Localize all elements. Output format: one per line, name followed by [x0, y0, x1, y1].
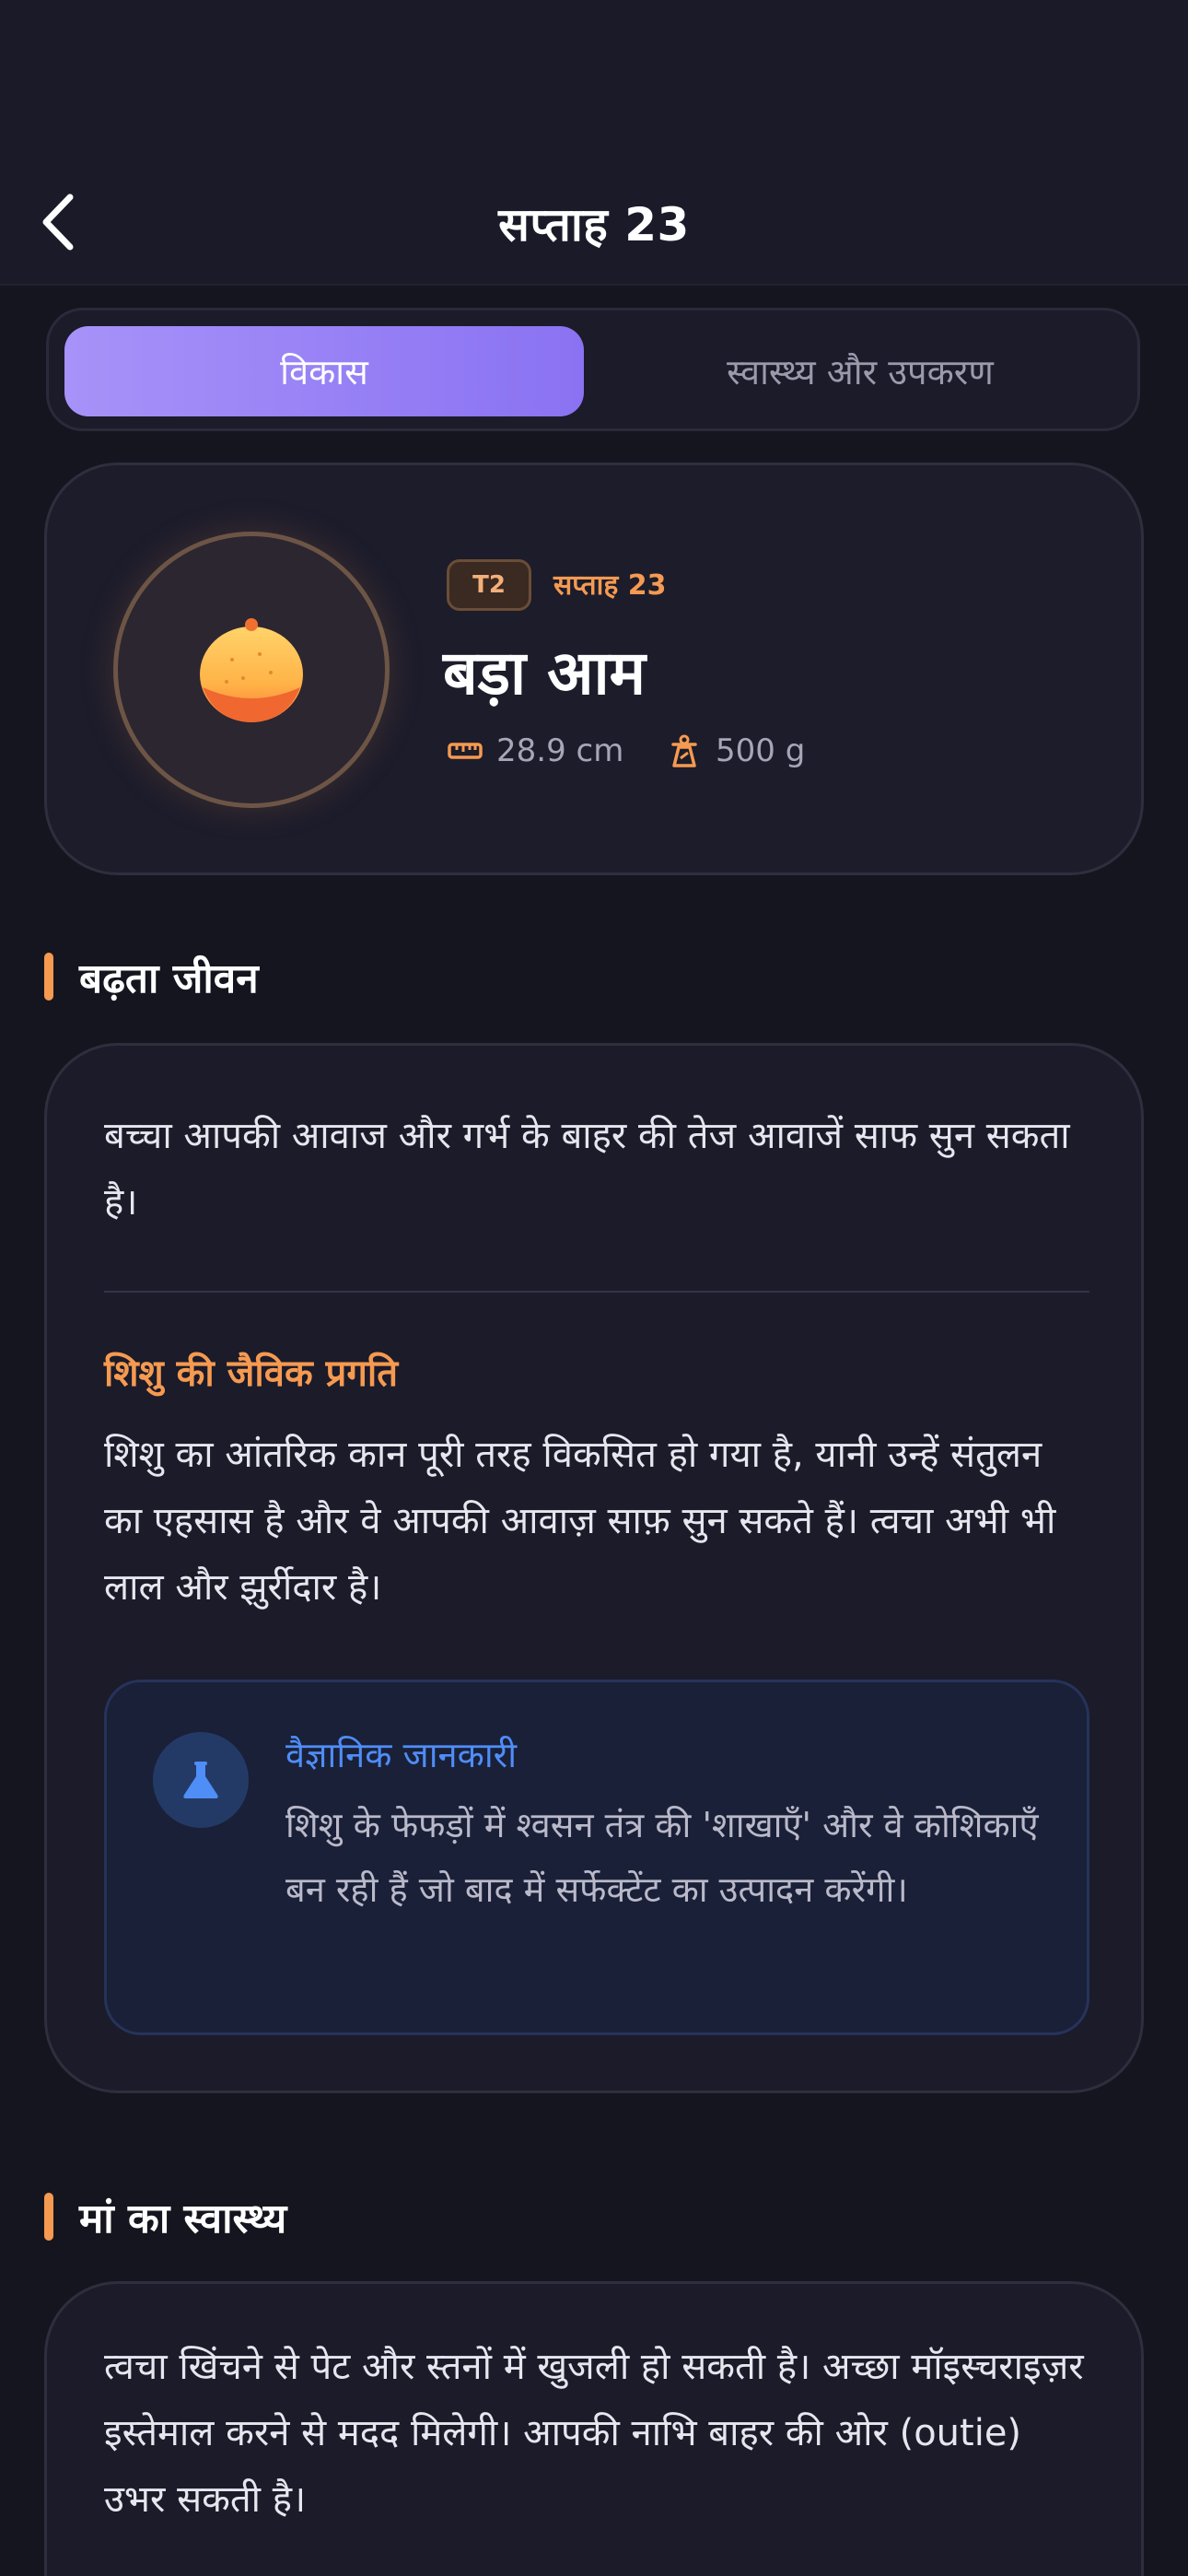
scale-icon [671, 734, 697, 767]
page-title: सप्ताह 23 [498, 198, 690, 252]
section-heading-growing-life: बढ़ता जीवन [44, 951, 259, 1002]
section-title: मां का स्वास्थ्य [79, 2195, 287, 2242]
science-icon-circle [153, 1732, 249, 1828]
section-accent-bar [44, 2193, 53, 2241]
divider [104, 1291, 1089, 1293]
science-text: शिशु के फेफड़ों में श्वसन तंत्र की 'शाखा… [285, 1805, 1039, 1910]
progress-heading: शिशु की जैविक प्रगति [104, 1352, 399, 1395]
fruit-name: बड़ा आम [443, 638, 646, 708]
length-metric: 28.9 cm [447, 732, 623, 769]
length-value: 28.9 cm [496, 732, 624, 769]
segmented-tabs: विकास स्वास्थ्य और उपकरण [46, 308, 1140, 431]
progress-text: शिशु का आंतरिक कान पूरी तरह विकसित हो गय… [104, 1434, 1056, 1609]
science-insight-box: वैज्ञानिक जानकारी शिशु के फेफड़ों में श्… [104, 1680, 1089, 2035]
science-title: वैज्ञानिक जानकारी [285, 1735, 518, 1775]
growing-life-card: बच्चा आपकी आवाज और गर्भ के बाहर की तेज आ… [44, 1043, 1144, 2093]
mother-health-text: त्वचा खिंचने से पेट और स्तनों में खुजली … [104, 2346, 1084, 2521]
tab-health-and-tools[interactable]: स्वास्थ्य और उपकरण [598, 326, 1123, 416]
weight-metric: 500 g [666, 732, 805, 769]
section-title: बढ़ता जीवन [79, 955, 259, 1002]
fruit-avatar [113, 532, 390, 808]
top-nav-bar: सप्ताह 23 [0, 0, 1188, 286]
flask-icon [183, 1762, 218, 1798]
tab-development[interactable]: विकास [64, 326, 584, 416]
week-label: सप्ताह 23 [553, 569, 667, 602]
section-heading-mother-health: मां का स्वास्थ्य [44, 2191, 286, 2242]
section-accent-bar [44, 953, 53, 1001]
baby-size-card: T2 सप्ताह 23 बड़ा आम 28.9 cm 500 g [44, 463, 1144, 875]
mother-health-card: त्वचा खिंचने से पेट और स्तनों में खुजली … [44, 2281, 1144, 2576]
trimester-badge: T2 [447, 559, 531, 611]
weight-value: 500 g [716, 732, 806, 769]
ruler-icon [448, 743, 483, 759]
mango-icon [200, 618, 303, 722]
baby-summary-text: बच्चा आपकी आवाज और गर्भ के बाहर की तेज आ… [104, 1115, 1070, 1224]
